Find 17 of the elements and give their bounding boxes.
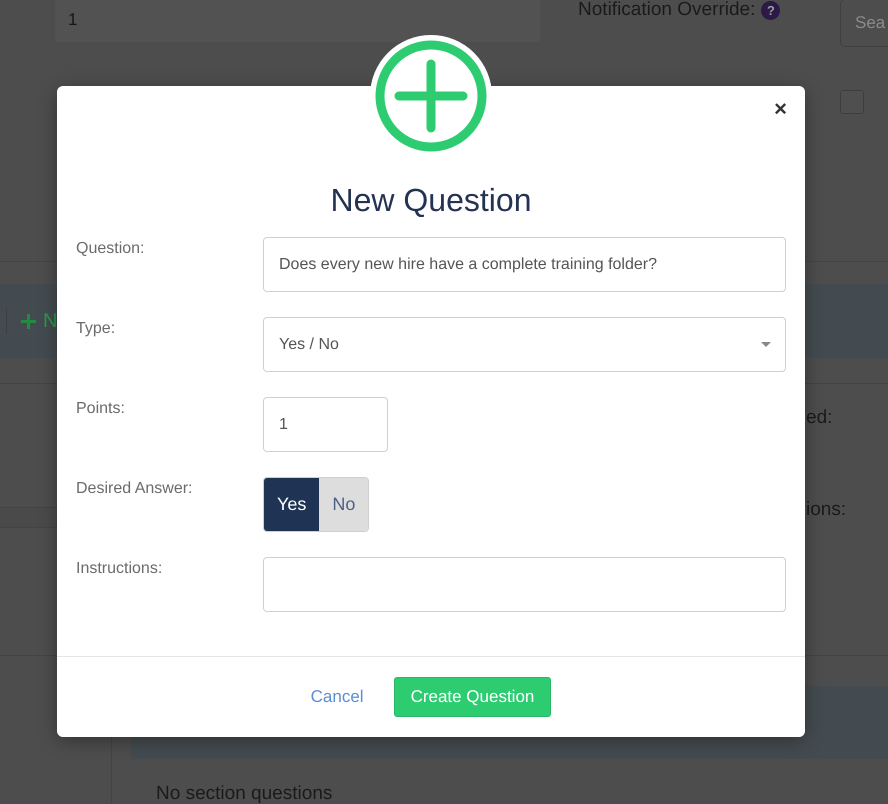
number-field[interactable]: 1 [263,397,388,452]
toggle-option[interactable]: Yes [264,478,320,531]
cancel-link[interactable]: Cancel [310,686,364,708]
field-label: Desired Answer: [76,479,192,499]
caret-icon [761,342,771,347]
close-button[interactable]: × [774,97,787,121]
field-label: Type: [76,319,116,339]
field-label: Instructions: [76,559,162,579]
field-label: Question: [76,239,144,259]
help-icon[interactable]: ? [761,0,780,20]
text-field[interactable]: Does every new hire have a complete training folder? [263,237,786,292]
toggle-option[interactable]: No [319,478,368,531]
plus-icon [20,312,37,330]
dropdown[interactable]: Yes / No [263,317,786,372]
dialog-title: New Question [330,181,532,219]
text-area-field[interactable] [263,557,786,612]
field-label: Points: [76,399,125,419]
